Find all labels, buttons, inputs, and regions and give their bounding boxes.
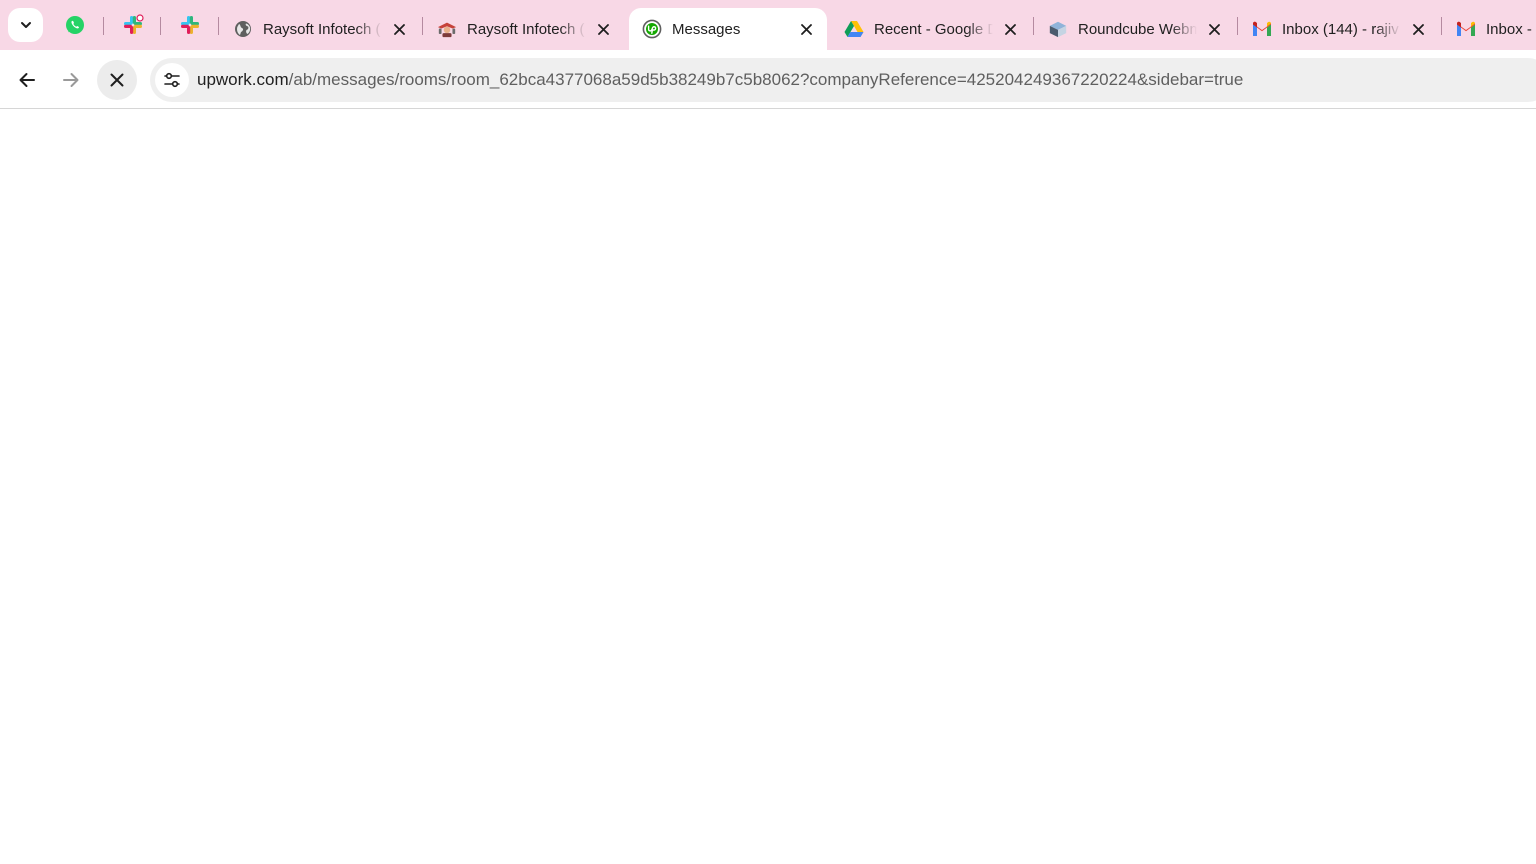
chevron-down-icon — [20, 22, 31, 28]
tab-close-button[interactable] — [1203, 18, 1225, 40]
tab-raysoft-2[interactable]: Raysoft Infotech ( — [424, 8, 624, 50]
tab-separator — [160, 17, 161, 35]
address-bar[interactable]: upwork.com/ab/messages/rooms/room_62bca4… — [150, 58, 1536, 102]
tab-close-button[interactable] — [999, 18, 1021, 40]
tab-close-button[interactable] — [592, 18, 614, 40]
tab-gmail-rajiv[interactable]: Inbox (144) - rajiv — [1239, 8, 1439, 50]
gmail-icon — [1457, 21, 1475, 36]
upwork-icon — [642, 19, 662, 39]
tab-strip: Raysoft Infotech ( Raysoft Infotech (Me… — [0, 0, 1536, 50]
tab-title: Raysoft Infotech ( — [467, 20, 585, 38]
forward-button[interactable] — [51, 60, 91, 100]
close-icon — [800, 23, 812, 35]
url-text: upwork.com/ab/messages/rooms/room_62bca4… — [197, 70, 1243, 90]
slack-icon — [181, 16, 199, 34]
tab-gmail-inbox[interactable]: Inbox - s — [1443, 8, 1536, 50]
stop-loading-button[interactable] — [97, 60, 137, 100]
arrow-left-icon — [19, 73, 35, 87]
close-icon — [597, 23, 609, 35]
tab-separator — [422, 17, 423, 35]
slack-icon — [124, 14, 144, 34]
tab-search-button[interactable] — [8, 8, 43, 42]
tab-close-button[interactable] — [388, 18, 410, 40]
pinned-tab-slack-1[interactable] — [111, 8, 155, 42]
page-content — [0, 109, 1536, 864]
pinned-tab-slack-2[interactable] — [168, 8, 212, 42]
tab-separator — [218, 17, 219, 35]
tab-title: Raysoft Infotech ( — [263, 20, 381, 38]
tab-close-button[interactable] — [795, 18, 817, 40]
tab-close-button[interactable] — [1407, 18, 1429, 40]
tab-roundcube[interactable]: Roundcube Webm — [1035, 8, 1235, 50]
close-icon — [1004, 23, 1016, 35]
tab-title: Roundcube Webm — [1078, 20, 1197, 38]
roundcube-icon — [1049, 21, 1067, 38]
google-drive-icon — [844, 21, 864, 37]
tab-title: Inbox - s — [1486, 20, 1536, 38]
pinned-tab-whatsapp[interactable] — [53, 8, 97, 42]
gmail-icon — [1253, 21, 1271, 36]
url-host: upwork.com — [197, 70, 289, 89]
tab-raysoft-1[interactable]: Raysoft Infotech ( — [220, 8, 420, 50]
arrow-right-icon — [63, 73, 79, 87]
tab-separator — [1441, 17, 1442, 35]
site-info-button[interactable] — [155, 63, 189, 97]
close-icon — [393, 23, 405, 35]
tab-separator — [1237, 17, 1238, 35]
browser-toolbar: upwork.com/ab/messages/rooms/room_62bca4… — [0, 50, 1536, 108]
back-button[interactable] — [7, 60, 47, 100]
tab-title: Inbox (144) - rajiv — [1282, 20, 1399, 38]
close-icon — [1208, 23, 1220, 35]
url-path: /ab/messages/rooms/room_62bca4377068a59d… — [288, 70, 1244, 89]
close-icon — [110, 73, 124, 87]
tab-google-drive[interactable]: Recent - Google D — [831, 8, 1031, 50]
raysoft-logo-icon — [437, 22, 457, 38]
tune-icon — [164, 72, 180, 88]
tab-messages[interactable]: Messages — [629, 8, 827, 50]
tab-separator — [103, 17, 104, 35]
close-icon — [1412, 23, 1424, 35]
tab-title: Recent - Google D — [874, 20, 993, 38]
globe-icon — [235, 21, 251, 37]
tab-title: Messages — [672, 20, 741, 38]
tab-separator — [1033, 17, 1034, 35]
whatsapp-icon — [66, 16, 84, 34]
